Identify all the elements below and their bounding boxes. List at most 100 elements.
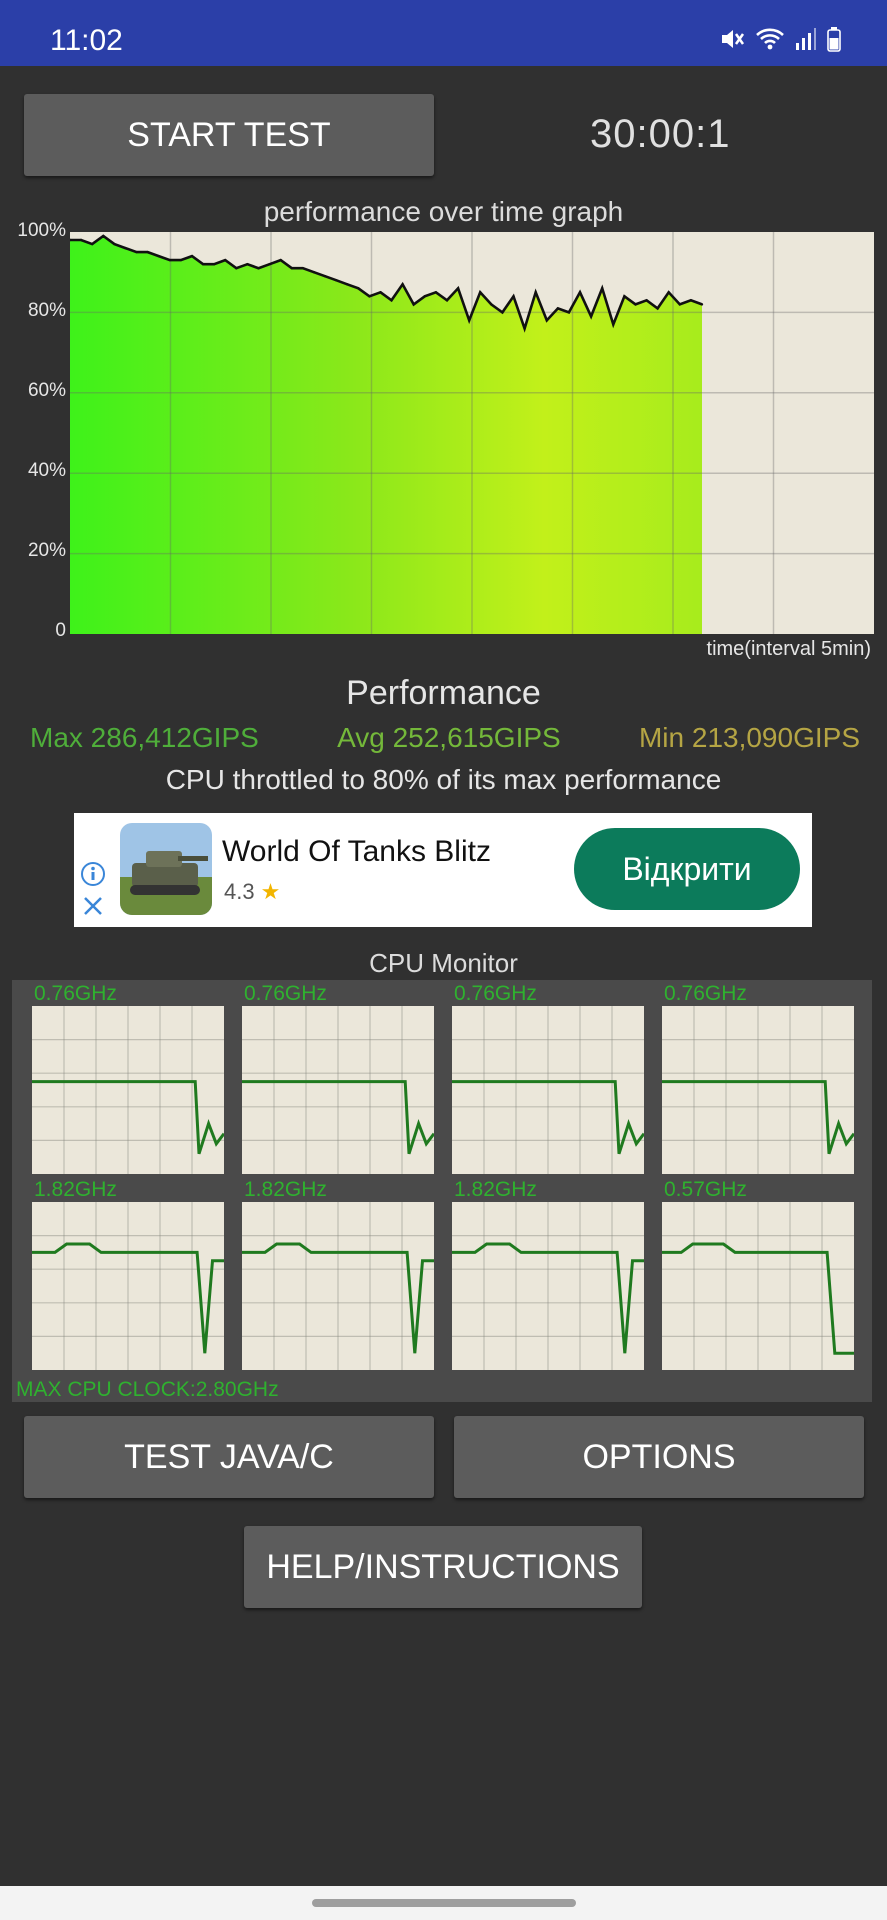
status-bar: 11:02 [0,0,887,66]
cpu-monitor-title: CPU Monitor [369,948,518,978]
performance-point [357,287,360,290]
core-graph [242,1006,434,1174]
core-graph [452,1006,644,1174]
performance-point [334,279,338,282]
performance-title: Performance [346,674,541,712]
performance-point [612,323,615,326]
performance-point [323,275,327,278]
performance-point [490,303,493,306]
performance-point [700,303,704,306]
avg-performance: Avg 252,615GIPS [337,722,561,753]
performance-point [434,291,438,294]
performance-chart [70,232,874,634]
core-frequency-label: 0.76GHz [454,982,537,1005]
performance-point [567,311,571,314]
y-tick-40: 40% [27,460,66,481]
performance-point [168,258,171,262]
performance-stats: Max 286,412GIPS Avg 252,615GIPS Min 213,… [30,722,860,754]
ad-banner[interactable]: World Of Tanks Blitz 4.3 ★ Відкрити [74,813,812,927]
max-cpu-clock: MAX CPU CLOCK:2.80GHz [16,1378,279,1401]
performance-point [412,303,415,306]
performance-point [201,263,205,266]
performance-point [312,271,316,274]
min-performance: Min 213,090GIPS [638,722,860,753]
performance-point [401,283,404,286]
rating-value: 4.3 [224,879,255,904]
core-graph [452,1202,644,1370]
performance-point [678,303,681,306]
core-graph [32,1006,224,1174]
performance-point [656,307,659,310]
performance-point [113,242,116,246]
performance-point [279,258,282,262]
performance-point [246,263,249,266]
test-timer: 30:00:1 [590,112,731,156]
performance-point [545,319,548,322]
performance-point [634,303,637,306]
performance-point [212,263,216,266]
core-frequency-label: 1.82GHz [244,1178,327,1201]
performance-point [601,287,604,290]
status-time: 11:02 [50,24,123,57]
performance-point [456,287,460,290]
performance-point [102,234,105,238]
y-tick-60: 60% [27,380,66,401]
performance-point [157,254,160,258]
core-frequency-label: 0.76GHz [34,982,117,1005]
performance-point [268,263,271,266]
performance-point [468,319,471,322]
performance-point [301,267,304,270]
y-tick-80: 80% [27,300,66,321]
options-button[interactable]: OPTIONS [454,1416,864,1498]
performance-point [689,299,693,302]
performance-point [368,295,371,298]
performance-point [235,267,238,270]
app-icon[interactable] [120,823,212,915]
graph-title: performance over time graph [263,196,624,227]
performance-point [445,299,449,302]
status-icons [719,26,841,52]
performance-point [79,238,83,242]
battery-icon [827,26,841,52]
y-tick-20: 20% [27,540,66,561]
performance-point [623,295,626,298]
performance-point [179,258,183,262]
performance-point [479,291,482,294]
x-axis-label: time(interval 5min) [706,638,871,660]
performance-point [379,291,382,294]
ad-open-button[interactable]: Відкрити [574,828,800,910]
wifi-icon [755,26,785,52]
performance-point [423,295,426,298]
mute-icon [719,26,745,52]
performance-point [190,254,194,258]
core-graph [242,1202,434,1370]
core-graph [662,1006,854,1174]
performance-point [146,250,149,254]
performance-point [91,242,94,246]
core-frequency-label: 1.82GHz [454,1178,537,1201]
ad-rating: 4.3 ★ [224,879,280,905]
performance-point [512,295,515,298]
home-indicator[interactable] [312,1899,576,1907]
core-graph [32,1202,224,1370]
throttle-note: CPU throttled to 80% of its max performa… [165,764,722,795]
performance-point [523,327,526,330]
performance-point [135,250,138,254]
performance-point [645,299,648,302]
core-frequency-label: 0.76GHz [664,982,747,1005]
performance-point [257,267,260,270]
y-tick-100: 100% [17,220,66,241]
start-test-button[interactable]: START TEST [24,94,434,176]
performance-point [667,291,670,294]
performance-point [346,283,349,286]
info-icon[interactable] [80,861,106,892]
core-frequency-label: 1.82GHz [34,1178,117,1201]
performance-point [390,299,393,302]
performance-point [290,267,293,270]
test-java-c-button[interactable]: TEST JAVA/C [24,1416,434,1498]
close-icon[interactable] [82,895,104,922]
y-tick-0: 0 [55,620,66,641]
performance-point [224,258,227,262]
help-instructions-button[interactable]: HELP/INSTRUCTIONS [244,1526,642,1608]
core-frequency-label: 0.57GHz [664,1178,747,1201]
